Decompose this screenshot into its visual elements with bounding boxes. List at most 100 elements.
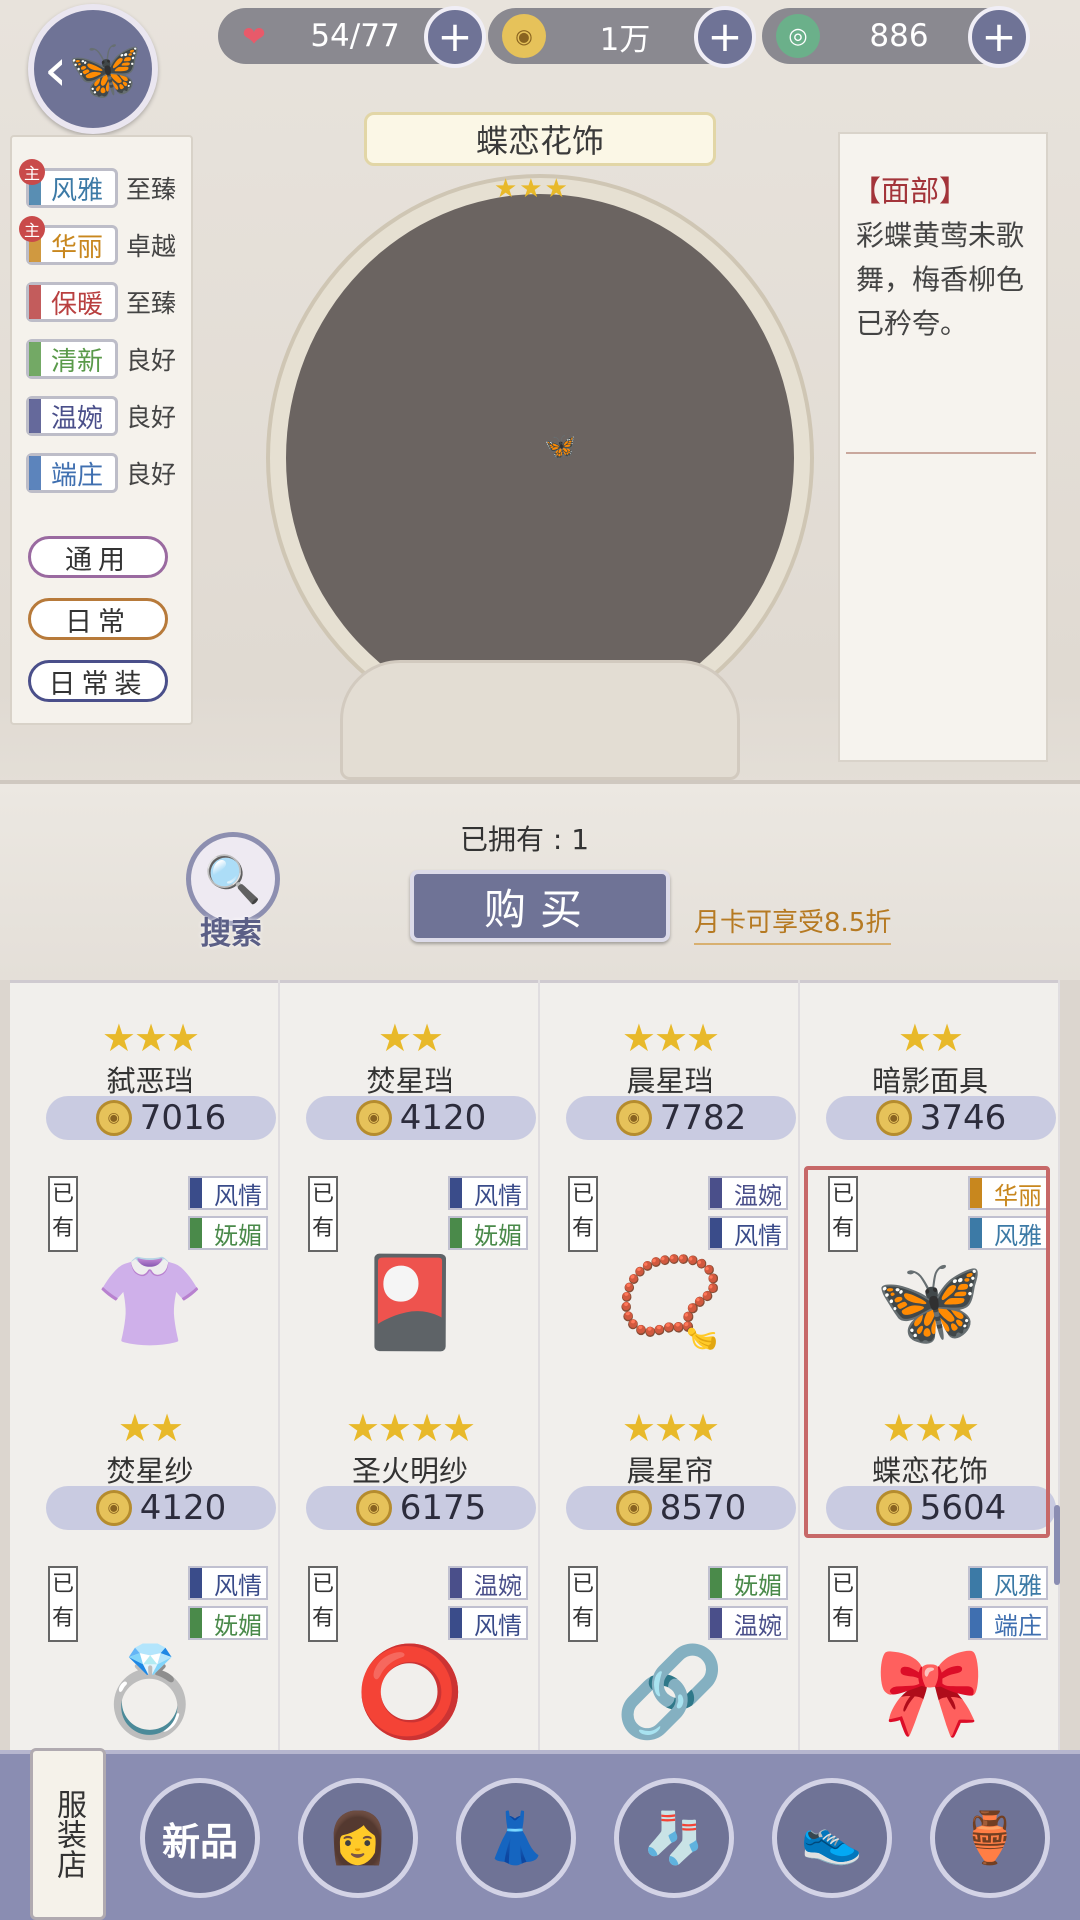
back-button[interactable]: ‹🦋	[28, 4, 158, 134]
item-attribute-badge: 温婉	[708, 1176, 788, 1210]
item-attribute-tag: 风情	[214, 1181, 262, 1210]
stamina-counter: ❤ 54/77 +	[218, 6, 486, 68]
item-attribute-tag: 风情	[474, 1611, 522, 1640]
owned-badge: 已有	[308, 1566, 338, 1642]
item-attribute-badge: 温婉	[448, 1566, 528, 1600]
owned-badge: 已有	[568, 1176, 598, 1252]
price-value: 4120	[139, 1488, 227, 1528]
owned-count: 已拥有 : 1	[460, 823, 590, 856]
item-attribute-badge: 端庄	[968, 1606, 1048, 1640]
main-attribute-badge: 主	[19, 159, 45, 185]
item-attribute-tag: 妩媚	[474, 1221, 522, 1250]
item-attribute-badge: 风雅	[968, 1566, 1048, 1600]
veil-icon: 🎴	[355, 1250, 465, 1353]
item-rating-stars: ★★	[377, 1016, 444, 1060]
item-attribute-badge: 风情	[188, 1566, 268, 1600]
item-price: ◉ 7782	[566, 1096, 796, 1140]
shop-item-card[interactable]: ★★★★ 圣火明纱 ◉ 6175 已有 温婉风情 ⭕	[282, 1370, 540, 1760]
attribute-label: 端庄	[50, 460, 103, 491]
attribute-row: 华丽主卓越	[19, 216, 177, 267]
price-value: 6175	[399, 1488, 487, 1528]
item-attribute-tag: 风情	[214, 1571, 262, 1600]
attribute-grade: 良好	[126, 460, 177, 489]
item-price: ◉ 7016	[46, 1096, 276, 1140]
magnifier-icon: 🔍	[204, 851, 262, 906]
item-name: 暗影面具	[871, 1064, 988, 1098]
attribute-grade: 良好	[126, 346, 177, 375]
choker-icon: ⭕	[355, 1640, 465, 1743]
scene-tag: 日常	[28, 598, 168, 640]
coin-icon: ◉	[95, 1100, 132, 1136]
item-attribute-tag: 温婉	[734, 1611, 782, 1640]
item-attribute-tag: 妩媚	[214, 1221, 262, 1250]
coin-icon: ◉	[355, 1490, 392, 1526]
item-attribute-badge: 妩媚	[188, 1216, 268, 1250]
monthly-card-discount[interactable]: 月卡可享受8.5折	[694, 902, 892, 945]
attribute-tag: 风雅主	[19, 159, 118, 208]
item-rating-stars: ★★	[117, 1406, 184, 1450]
attribute-tag: 保暖	[26, 282, 118, 322]
attribute-row: 风雅主至臻	[19, 159, 176, 210]
item-price: ◉ 8570	[566, 1486, 796, 1530]
coin-icon: ◉	[875, 1100, 912, 1136]
shop-item-card[interactable]: ★★★ 晨星珰 ◉ 7782 已有 温婉 风情 📿	[542, 980, 800, 1370]
item-attribute-tag: 风雅	[994, 1571, 1042, 1600]
price-value: 7782	[659, 1098, 747, 1138]
item-price: ◉ 3746	[826, 1096, 1056, 1140]
item-name: 晨星珰	[626, 1064, 714, 1098]
item-attribute-tag: 温婉	[734, 1181, 782, 1210]
price-value: 8570	[659, 1488, 747, 1528]
nav-shoes-icon[interactable]: 👟	[772, 1778, 892, 1898]
item-attribute-tag: 妩媚	[734, 1571, 782, 1600]
item-price: ◉ 4120	[306, 1096, 536, 1140]
item-name: 圣火明纱	[351, 1454, 468, 1488]
buy-button[interactable]: 购买	[410, 870, 670, 942]
nav-accessory-icon[interactable]: 🏺	[930, 1778, 1050, 1898]
price-value: 7016	[139, 1098, 227, 1138]
item-description: 彩蝶黄莺未歌舞，梅香柳色已矜夸。	[856, 219, 1025, 340]
item-attribute-tag: 风情	[474, 1181, 522, 1210]
nav-socks-icon[interactable]: 🧦	[614, 1778, 734, 1898]
owned-badge: 已有	[568, 1566, 598, 1642]
scene-tag: 通用	[28, 536, 168, 578]
item-attribute-badge: 温婉	[708, 1606, 788, 1640]
attribute-label: 清新	[50, 346, 103, 377]
item-attribute-tag: 风情	[734, 1221, 782, 1250]
search-label: 搜索	[200, 916, 262, 952]
add-coin-button[interactable]: +	[694, 6, 756, 68]
item-name: 晨星帘	[626, 1454, 714, 1488]
item-name: 焚星珰	[366, 1064, 454, 1098]
attribute-tag: 清新	[26, 339, 118, 379]
selected-item-highlight	[804, 1166, 1050, 1538]
item-name: 焚星纱	[106, 1454, 194, 1488]
shop-item-card[interactable]: ★★ 焚星纱 ◉ 4120 已有 风情 妩媚 💍	[22, 1370, 280, 1760]
nav-dress-icon[interactable]: 👗	[456, 1778, 576, 1898]
item-title: 蝶恋花饰	[364, 112, 716, 166]
shop-item-card[interactable]: ★★★ 晨星帘 ◉ 8570 已有 妩媚 温婉 🔗	[542, 1370, 800, 1760]
grid-scrollbar[interactable]	[1054, 1505, 1060, 1585]
attribute-tag: 华丽主	[19, 216, 118, 265]
nav-new-items[interactable]: 新品	[140, 1778, 260, 1898]
main-attribute-badge: 主	[19, 216, 45, 242]
coin-icon: ◉	[502, 14, 546, 58]
chain-icon: 🔗	[615, 1640, 725, 1743]
coin-icon: ◉	[615, 1490, 652, 1526]
attribute-label: 华丽	[50, 232, 103, 263]
preview-mirror	[270, 178, 810, 738]
owned-badge: 已有	[308, 1176, 338, 1252]
attribute-grade: 卓越	[126, 232, 177, 261]
item-rating-stars: ★★★	[101, 1016, 200, 1060]
item-attribute-badge: 妩媚	[708, 1566, 788, 1600]
add-jade-button[interactable]: +	[968, 6, 1030, 68]
nav-hair-icon[interactable]: 👩	[298, 1778, 418, 1898]
shop-item-card[interactable]: ★★ 焚星珰 ◉ 4120 已有 风情妩媚 🎴	[282, 980, 540, 1370]
attribute-label: 保暖	[50, 289, 103, 320]
shop-item-card[interactable]: ★★★ 弑恶珰 ◉ 7016 已有 风情 妩媚 👚	[22, 980, 280, 1370]
attribute-row: 端庄 良好	[26, 451, 176, 495]
attribute-grade: 良好	[126, 403, 177, 432]
item-rating-stars: ★★	[897, 1016, 964, 1060]
mirror-stand	[340, 660, 740, 780]
item-stars: ★★★	[494, 174, 570, 204]
add-stamina-button[interactable]: +	[424, 6, 486, 68]
item-rating-stars: ★★★★	[345, 1406, 476, 1450]
